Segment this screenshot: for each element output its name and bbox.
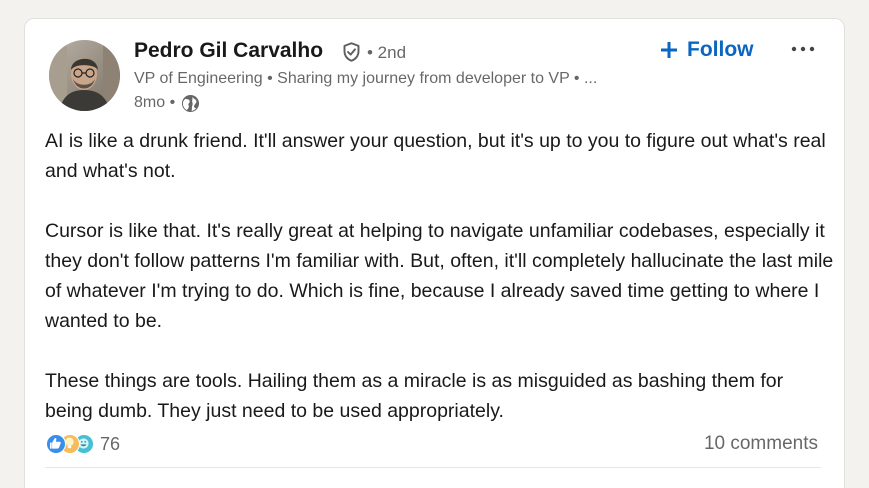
post-paragraph: Cursor is like that. It's really great a…: [45, 220, 834, 332]
follow-button[interactable]: Follow: [659, 35, 754, 65]
plus-icon: [661, 42, 677, 58]
post-meta: 8mo •: [134, 92, 200, 114]
follow-label: Follow: [687, 38, 754, 61]
connection-degree: • 2nd: [367, 43, 407, 62]
avatar[interactable]: [49, 40, 120, 111]
reaction-count: 76: [100, 433, 121, 454]
ellipsis-icon: [791, 46, 815, 52]
post-body: AI is like a drunk friend. It'll answer …: [45, 126, 835, 426]
like-icon: [46, 434, 66, 454]
comments-count-link[interactable]: 10 comments: [704, 433, 818, 455]
reactions-summary[interactable]: 76: [46, 433, 120, 455]
globe-icon: [182, 94, 200, 112]
post-paragraph: AI is like a drunk friend. It'll answer …: [45, 130, 826, 182]
author-headline: VP of Engineering • Sharing my journey f…: [134, 70, 598, 87]
author-name[interactable]: Pedro Gil Carvalho: [134, 39, 323, 63]
divider: [45, 467, 821, 468]
post-time: 8mo •: [134, 94, 176, 111]
verified-icon: [343, 42, 360, 62]
post-card: Pedro Gil Carvalho • 2nd VP of Engineeri…: [24, 18, 845, 488]
post-paragraph: These things are tools. Hailing them as …: [45, 370, 784, 422]
more-options-button[interactable]: [789, 39, 817, 59]
